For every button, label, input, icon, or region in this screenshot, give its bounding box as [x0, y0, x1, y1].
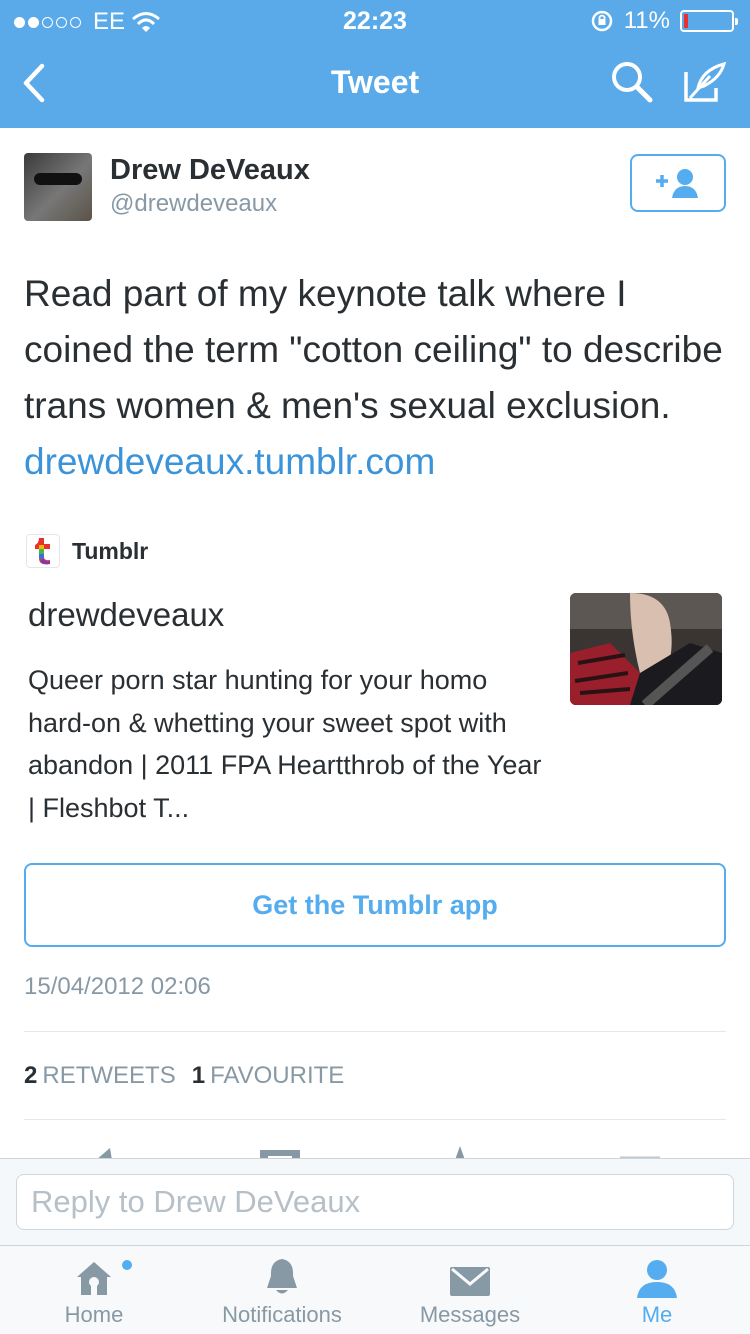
author-name[interactable]: Drew DeVeaux — [110, 154, 310, 187]
card-thumbnail[interactable] — [570, 593, 722, 705]
battery-percent: 11% — [623, 7, 670, 34]
get-tumblr-app-button[interactable]: Get the Tumblr app — [24, 863, 726, 947]
bell-icon — [267, 1259, 297, 1294]
nav-bar: Tweet — [0, 40, 750, 128]
rotation-lock-icon — [591, 10, 612, 32]
author-avatar[interactable] — [24, 153, 92, 221]
tab-messages[interactable]: Messages — [376, 1246, 564, 1334]
tab-notifications[interactable]: Notifications — [188, 1246, 376, 1334]
tab-home-label: Home — [64, 1302, 124, 1327]
tweet-timestamp: 15/04/2012 02:06 — [24, 973, 211, 1000]
divider — [24, 1031, 726, 1032]
divider — [24, 1119, 726, 1120]
person-icon — [637, 1260, 677, 1298]
battery-icon — [680, 10, 738, 32]
notification-dot — [122, 1260, 132, 1270]
follow-button[interactable] — [630, 154, 726, 212]
home-icon — [77, 1262, 111, 1295]
retweets-stat[interactable]: 2 RETWEETS — [24, 1062, 176, 1090]
tab-me-label: Me — [641, 1302, 673, 1327]
tweet-link[interactable]: drewdeveaux.tumblr.com — [24, 441, 435, 482]
tab-home[interactable]: Home — [0, 1246, 188, 1334]
tweet-text: Read part of my keynote talk where I coi… — [24, 266, 734, 490]
card-source[interactable]: Tumblr — [26, 534, 148, 568]
card-source-label: Tumblr — [72, 537, 149, 564]
compose-icon[interactable] — [680, 58, 730, 106]
tweet-actions — [0, 1136, 750, 1160]
card-title[interactable]: drewdeveaux — [28, 596, 224, 634]
favourites-stat[interactable]: 1 FAVOURITE — [192, 1062, 345, 1090]
tweet-body: Read part of my keynote talk where I coi… — [24, 273, 723, 426]
card-description: Queer porn star hunting for your homo ha… — [28, 665, 542, 823]
tab-me[interactable]: Me — [564, 1246, 750, 1334]
favourites-count: 1 — [191, 1062, 206, 1089]
reply-input[interactable] — [16, 1174, 734, 1230]
retweets-count: 2 — [24, 1062, 38, 1089]
author-handle[interactable]: @drewdeveaux — [110, 190, 277, 218]
tab-notifications-label: Notifications — [222, 1302, 342, 1327]
favourites-label: FAVOURITE — [210, 1062, 345, 1089]
top-bar: EE 22:23 11% Tweet — [0, 0, 750, 128]
reply-bar — [0, 1158, 750, 1246]
tab-messages-label: Messages — [419, 1302, 521, 1327]
search-icon[interactable] — [608, 58, 656, 106]
envelope-icon — [450, 1267, 490, 1296]
tab-bar: Home Notifications Messages Me — [0, 1246, 750, 1334]
status-right: 11% — [590, 7, 738, 35]
tweet-stats: 2 RETWEETS 1 FAVOURITE — [24, 1062, 344, 1090]
retweets-label: RETWEETS — [42, 1062, 176, 1089]
status-bar: EE 22:23 11% — [0, 0, 750, 40]
tumblr-logo-icon — [26, 534, 60, 568]
add-user-icon — [656, 169, 698, 198]
